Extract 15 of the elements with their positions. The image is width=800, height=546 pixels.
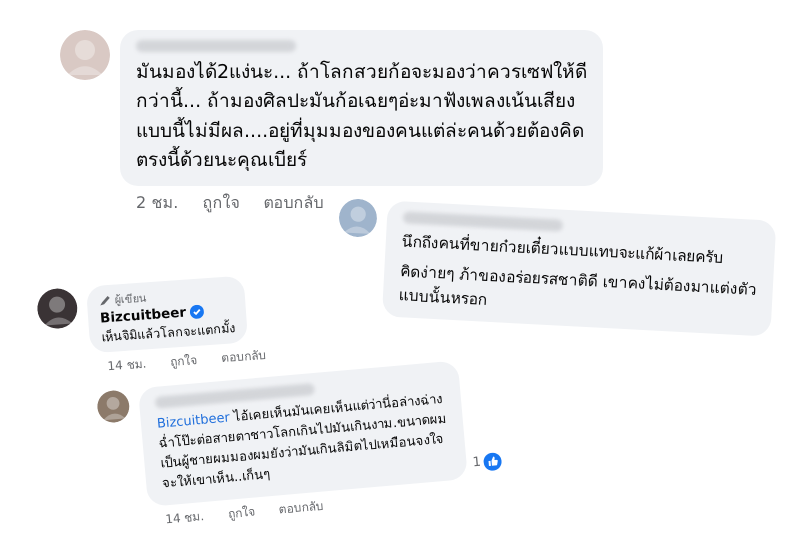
like-link[interactable]: ถูกใจ bbox=[170, 350, 198, 372]
like-count: 1 bbox=[472, 451, 503, 472]
reply-link[interactable]: ตอบกลับ bbox=[220, 346, 267, 368]
comment-text: คิดง่ายๆ ภ้าของอร่อยรสชาติดี เขาคงไม่ต้องมาแต่งตัว แบบนั้นหรอก bbox=[398, 262, 758, 311]
like-link[interactable]: ถูกใจ bbox=[202, 190, 240, 215]
like-link[interactable]: ถูกใจ bbox=[227, 501, 256, 522]
avatar[interactable] bbox=[36, 287, 79, 330]
comment-text: มันมองได้2แง่นะ... ถ้าโลกสวยก้อจะมองว่าควรเซฟให้ดี กว่านี้... ถ้ามองศิลปะมันก้อเฉยๆอ่ะมาฟังเพลงเน้นเสียง แบบนี้ไม่มีผล....อยู่ที่มุมมองของคนแต่ล่ะคนด้วยต้องคิด ตรงนี้ด้วยนะคุณเบียร์ bbox=[136, 60, 588, 174]
time-label: 14 ชม. bbox=[164, 508, 205, 528]
time-label: 2 ชม. bbox=[136, 192, 178, 214]
thumbs-up-icon bbox=[483, 451, 503, 471]
reply-link[interactable]: ตอบกลับ bbox=[278, 495, 324, 518]
pen-icon bbox=[98, 294, 112, 307]
reply-link[interactable]: ตอบกลับ bbox=[263, 190, 324, 215]
time-label: 14 ชม. bbox=[106, 356, 147, 376]
